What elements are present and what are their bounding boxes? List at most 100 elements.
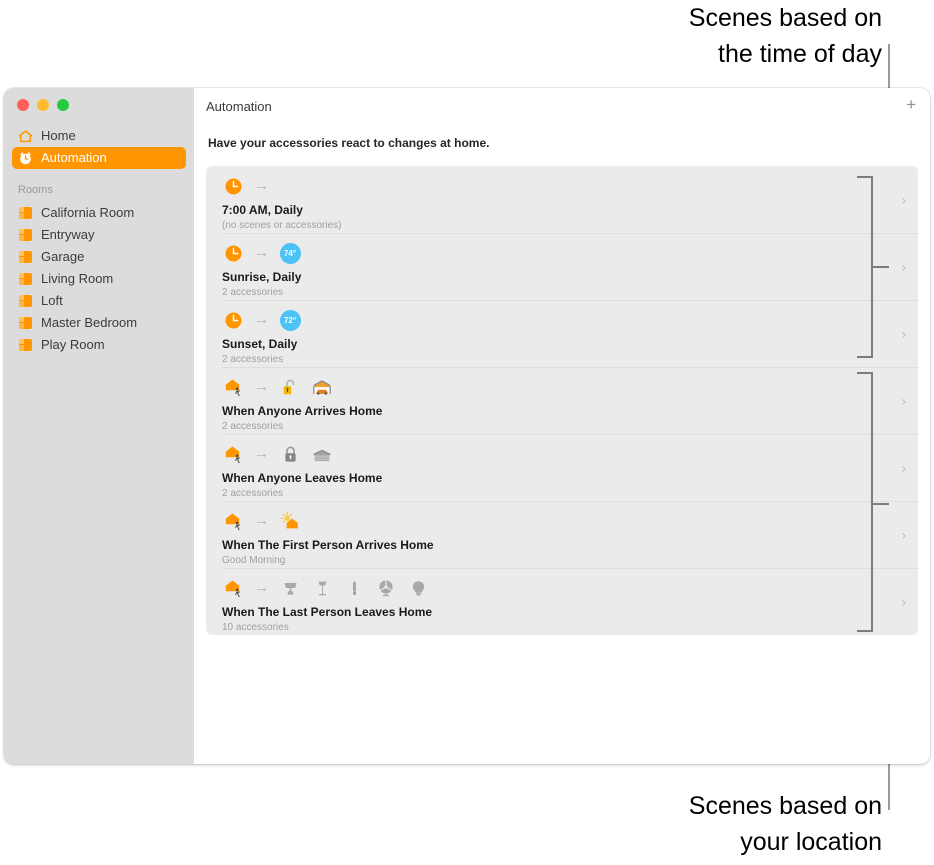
content-subtitle: Have your accessories react to changes a…: [208, 136, 490, 150]
temperature-value: 72°: [279, 309, 301, 331]
clock-icon: [222, 242, 244, 264]
row-subtitle: 2 accessories: [222, 354, 284, 365]
chevron-right-icon[interactable]: ›: [902, 192, 906, 207]
row-subtitle: 2 accessories: [222, 287, 284, 298]
garage-door-closed-icon: [311, 443, 333, 465]
room-icon: [18, 250, 33, 265]
row-icons: → 74°: [222, 242, 918, 264]
garage-door-open-icon: [311, 376, 333, 398]
bulb-icon: [407, 577, 429, 599]
content-header: Automation +: [194, 88, 930, 124]
sidebar-item-label: Living Room: [41, 271, 114, 286]
temperature-badge: 72°: [279, 309, 301, 331]
floor-lamp-icon: [311, 577, 333, 599]
table-row[interactable]: → 74° Sunrise, Daily 2 accessories ›: [206, 233, 918, 300]
light-strip-icon: [343, 577, 365, 599]
minimize-window-button[interactable]: [37, 99, 49, 111]
fan-icon: [375, 577, 397, 599]
close-window-button[interactable]: [17, 99, 29, 111]
row-icons: →: [222, 577, 918, 599]
room-icon: [18, 316, 33, 331]
arrow-icon: →: [254, 244, 269, 261]
arrow-icon: →: [254, 445, 269, 462]
sidebar-item-label: California Room: [41, 205, 135, 220]
sidebar-item-label: Home: [41, 128, 76, 143]
house-icon: [18, 129, 33, 144]
row-title: 7:00 AM, Daily: [222, 203, 303, 217]
arrow-icon: →: [254, 512, 269, 529]
table-row[interactable]: → 7:00 AM, Daily (no scenes or accessori…: [206, 166, 918, 233]
sidebar-item-label: Entryway: [41, 227, 95, 242]
sidebar-nav: Home Automation Rooms California Room En…: [4, 125, 194, 356]
chevron-right-icon[interactable]: ›: [902, 393, 906, 408]
room-icon: [18, 206, 33, 221]
automation-clock-icon: [18, 151, 33, 166]
room-icon: [18, 228, 33, 243]
row-subtitle: Good Morning: [222, 555, 286, 566]
row-title: Sunrise, Daily: [222, 270, 302, 284]
sidebar-item-play-room[interactable]: Play Room: [12, 334, 186, 356]
content-area: Automation + Have your accessories react…: [194, 88, 930, 764]
row-subtitle: 10 accessories: [222, 622, 289, 633]
clock-icon: [222, 309, 244, 331]
automation-list: → 7:00 AM, Daily (no scenes or accessori…: [206, 166, 918, 635]
page-title: Automation: [206, 98, 272, 114]
lock-unlocked-icon: [279, 376, 301, 398]
home-app-window: Home Automation Rooms California Room En…: [4, 88, 930, 764]
annotation-time-of-day: Scenes based on the time of day: [688, 4, 882, 68]
arrow-icon: →: [254, 311, 269, 328]
sidebar-item-label: Play Room: [41, 337, 105, 352]
arrow-icon: →: [254, 579, 269, 596]
table-lamp-icon: [279, 577, 301, 599]
row-subtitle: (no scenes or accessories): [222, 220, 342, 231]
sidebar-item-master-bedroom[interactable]: Master Bedroom: [12, 312, 186, 334]
row-title: Sunset, Daily: [222, 337, 298, 351]
row-subtitle: 2 accessories: [222, 421, 284, 432]
sidebar-item-home[interactable]: Home: [12, 125, 186, 147]
chevron-right-icon[interactable]: ›: [902, 594, 906, 609]
table-row[interactable]: →: [206, 501, 918, 568]
row-subtitle: 2 accessories: [222, 488, 284, 499]
sidebar-item-california-room[interactable]: California Room: [12, 202, 186, 224]
arrow-icon: →: [254, 177, 269, 194]
chevron-right-icon[interactable]: ›: [902, 259, 906, 274]
add-automation-button[interactable]: +: [906, 96, 916, 113]
person-leaving-home-icon: [222, 443, 244, 465]
sidebar-item-living-room[interactable]: Living Room: [12, 268, 186, 290]
sidebar-item-automation[interactable]: Automation: [12, 147, 186, 169]
room-icon: [18, 338, 33, 353]
sunrise-home-icon: [279, 510, 301, 532]
sidebar-item-label: Automation: [41, 150, 107, 165]
row-icons: →: [222, 376, 918, 398]
sidebar-item-entryway[interactable]: Entryway: [12, 224, 186, 246]
row-title: When Anyone Arrives Home: [222, 404, 383, 418]
chevron-right-icon[interactable]: ›: [902, 460, 906, 475]
chevron-right-icon[interactable]: ›: [902, 326, 906, 341]
table-row[interactable]: →: [206, 434, 918, 501]
table-row[interactable]: → 72° Sunset, Daily 2 accessories ›: [206, 300, 918, 367]
sidebar-group-rooms: Rooms: [18, 184, 53, 196]
room-icon: [18, 294, 33, 309]
sidebar-item-garage[interactable]: Garage: [12, 246, 186, 268]
maximize-window-button[interactable]: [57, 99, 69, 111]
sidebar: Home Automation Rooms California Room En…: [4, 88, 194, 764]
row-icons: →: [222, 510, 918, 532]
chevron-right-icon[interactable]: ›: [902, 527, 906, 542]
window-controls: [4, 88, 194, 111]
sidebar-item-label: Garage: [41, 249, 85, 264]
person-arriving-home-icon: [222, 376, 244, 398]
clock-icon: [222, 175, 244, 197]
room-icon: [18, 272, 33, 287]
lock-locked-icon: [279, 443, 301, 465]
table-row[interactable]: →: [206, 568, 918, 635]
person-leaving-home-icon: [222, 577, 244, 599]
row-icons: → 72°: [222, 309, 918, 331]
person-arriving-home-icon: [222, 510, 244, 532]
row-icons: →: [222, 175, 918, 197]
row-title: When The First Person Arrives Home: [222, 538, 434, 552]
row-title: When Anyone Leaves Home: [222, 471, 383, 485]
sidebar-item-loft[interactable]: Loft: [12, 290, 186, 312]
table-row[interactable]: →: [206, 367, 918, 434]
temperature-value: 74°: [279, 242, 301, 264]
annotation-your-location: Scenes based on your location: [688, 792, 882, 856]
